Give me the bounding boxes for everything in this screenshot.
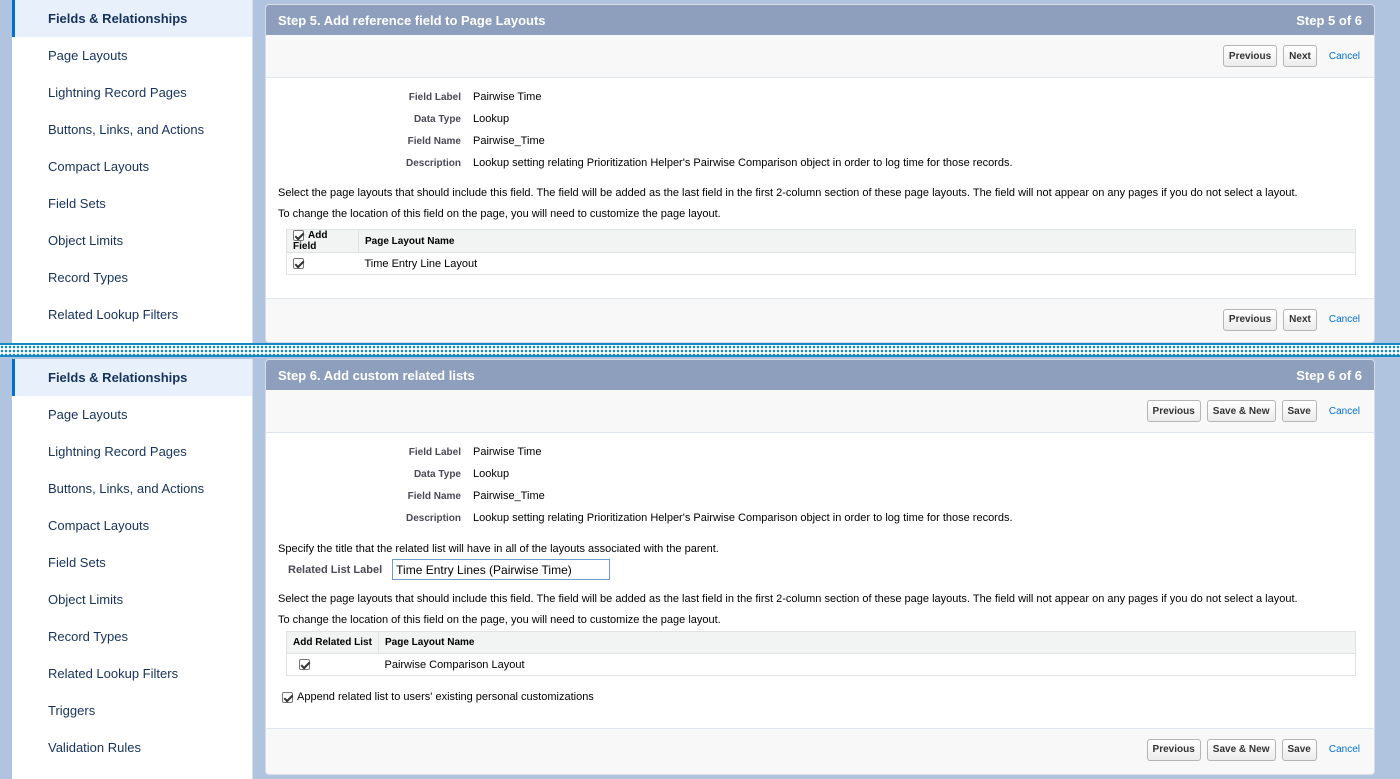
step-header: Step 6. Add custom related lists Step 6 … bbox=[266, 360, 1374, 390]
previous-button[interactable]: Previous bbox=[1222, 45, 1278, 67]
layout-location-note: To change the location of this field on … bbox=[278, 614, 721, 626]
sidebar-item-page-layouts[interactable]: Page Layouts bbox=[12, 37, 252, 74]
cancel-link-bottom[interactable]: Cancel bbox=[1329, 744, 1360, 755]
sidebar-item-related-lookup-filters[interactable]: Related Lookup Filters bbox=[12, 296, 252, 333]
previous-button[interactable]: Previous bbox=[1146, 400, 1201, 422]
top-button-row: Previous Next Cancel bbox=[266, 35, 1374, 77]
description-value: Lookup setting relating Prioritization H… bbox=[473, 512, 1013, 524]
description-key: Description bbox=[405, 157, 461, 169]
description-key: Description bbox=[405, 512, 461, 524]
bottom-button-row: Previous Next Cancel bbox=[266, 298, 1374, 340]
page-layout-name-header: Page Layout Name bbox=[378, 631, 1356, 654]
sidebar-item-fields-relationships[interactable]: Fields & Relationships bbox=[12, 359, 252, 396]
layout-instructions: Select the page layouts that should incl… bbox=[278, 593, 1298, 605]
layout-checkbox[interactable] bbox=[299, 659, 310, 671]
data-type-key: Data Type bbox=[413, 113, 461, 125]
step5-panel: Fields & Relationships Page Layouts Ligh… bbox=[0, 0, 1400, 343]
save-new-button-bottom[interactable]: Save & New bbox=[1206, 738, 1276, 761]
next-button[interactable]: Next bbox=[1283, 45, 1317, 67]
sidebar-item-record-types[interactable]: Record Types bbox=[12, 618, 252, 655]
save-new-button[interactable]: Save & New bbox=[1206, 400, 1276, 422]
related-list-label: Related List Label bbox=[288, 563, 383, 576]
sidebar-item-validation-rules[interactable]: Validation Rules bbox=[12, 729, 252, 766]
table-row: Pairwise Comparison Layout bbox=[286, 653, 1356, 676]
top-button-row: Previous Save & New Save Cancel bbox=[266, 390, 1374, 432]
sidebar-item-object-limits[interactable]: Object Limits bbox=[12, 222, 252, 259]
sidebar-item-triggers[interactable]: Triggers bbox=[12, 692, 252, 729]
step-counter: Step 5 of 6 bbox=[1296, 12, 1362, 28]
cancel-link[interactable]: Cancel bbox=[1329, 51, 1360, 62]
step5-wizard: Step 5. Add reference field to Page Layo… bbox=[265, 4, 1375, 343]
cancel-link-bottom[interactable]: Cancel bbox=[1329, 314, 1360, 325]
step-title: Step 6. Add custom related lists bbox=[278, 367, 475, 383]
field-label-value: Pairwise Time bbox=[473, 446, 542, 458]
sidebar-item-page-layouts[interactable]: Page Layouts bbox=[12, 396, 252, 433]
table-row: Time Entry Line Layout bbox=[286, 252, 1356, 275]
related-list-label-row: Related List Label bbox=[288, 559, 1362, 580]
layout-location-note: To change the location of this field on … bbox=[278, 208, 721, 220]
next-button-bottom[interactable]: Next bbox=[1283, 308, 1317, 331]
save-button-bottom[interactable]: Save bbox=[1281, 738, 1317, 761]
field-name-value: Pairwise_Time bbox=[473, 490, 545, 502]
add-field-header: Add Field bbox=[286, 229, 359, 253]
cancel-link[interactable]: Cancel bbox=[1329, 406, 1360, 417]
field-info-table: Field Label Pairwise Time Data Type Lookup… bbox=[278, 441, 1013, 529]
previous-button-bottom[interactable]: Previous bbox=[1222, 308, 1278, 331]
data-type-key: Data Type bbox=[413, 468, 461, 480]
add-related-list-cell bbox=[286, 653, 379, 676]
step5-content: Field Label Pairwise Time Data Type Lookup… bbox=[266, 77, 1374, 298]
select-all-checkbox[interactable] bbox=[293, 230, 304, 241]
add-related-list-header: Add Related List bbox=[286, 631, 379, 654]
sidebar-item-fields-relationships[interactable]: Fields & Relationships bbox=[12, 0, 252, 37]
layout-checkbox[interactable] bbox=[293, 258, 304, 270]
field-label-key: Field Label bbox=[408, 91, 461, 103]
step6-wizard: Step 6. Add custom related lists Step 6 … bbox=[265, 359, 1375, 775]
field-name-key: Field Name bbox=[407, 490, 461, 502]
step6-panel: Fields & Relationships Page Layouts Ligh… bbox=[0, 357, 1400, 779]
setup-sidebar: Fields & Relationships Page Layouts Ligh… bbox=[12, 0, 253, 343]
add-field-cell bbox=[286, 252, 359, 275]
step-title: Step 5. Add reference field to Page Layo… bbox=[278, 12, 546, 28]
field-name-value: Pairwise_Time bbox=[473, 135, 545, 147]
bottom-button-row: Previous Save & New Save Cancel bbox=[266, 728, 1374, 770]
sidebar-item-lightning-record-pages[interactable]: Lightning Record Pages bbox=[12, 433, 252, 470]
page-layout-table: Add Related List Page Layout Name Pairwi… bbox=[286, 631, 1356, 676]
step6-content: Field Label Pairwise Time Data Type Lookup… bbox=[266, 432, 1374, 728]
append-customizations-checkbox[interactable] bbox=[282, 691, 293, 703]
related-list-label-input[interactable] bbox=[392, 559, 611, 580]
field-label-key: Field Label bbox=[408, 446, 461, 458]
step-header: Step 5. Add reference field to Page Layo… bbox=[266, 5, 1374, 35]
previous-button-bottom[interactable]: Previous bbox=[1146, 738, 1201, 761]
sidebar-item-buttons-links-actions[interactable]: Buttons, Links, and Actions bbox=[12, 470, 252, 507]
field-info-table: Field Label Pairwise Time Data Type Lookup… bbox=[278, 86, 1013, 174]
save-button[interactable]: Save bbox=[1281, 400, 1317, 422]
page-layout-name-cell: Time Entry Line Layout bbox=[358, 252, 1356, 275]
append-customizations-row: Append related list to users' existing p… bbox=[282, 691, 1362, 703]
field-label-value: Pairwise Time bbox=[473, 91, 542, 103]
sidebar-item-record-types[interactable]: Record Types bbox=[12, 259, 252, 296]
description-value: Lookup setting relating Prioritization H… bbox=[473, 157, 1013, 169]
table-header-row: Add Field Page Layout Name bbox=[286, 229, 1356, 253]
page-layout-name-header: Page Layout Name bbox=[358, 229, 1356, 253]
sidebar-item-buttons-links-actions[interactable]: Buttons, Links, and Actions bbox=[12, 111, 252, 148]
field-name-key: Field Name bbox=[407, 135, 461, 147]
sidebar-item-compact-layouts[interactable]: Compact Layouts bbox=[12, 148, 252, 185]
page-layout-name-cell: Pairwise Comparison Layout bbox=[378, 653, 1356, 676]
setup-sidebar: Fields & Relationships Page Layouts Ligh… bbox=[12, 359, 253, 779]
sidebar-item-field-sets[interactable]: Field Sets bbox=[12, 185, 252, 222]
sidebar-item-compact-layouts[interactable]: Compact Layouts bbox=[12, 507, 252, 544]
data-type-value: Lookup bbox=[473, 468, 510, 480]
sidebar-item-object-limits[interactable]: Object Limits bbox=[12, 581, 252, 618]
data-type-value: Lookup bbox=[473, 113, 510, 125]
screenshot-divider bbox=[0, 343, 1400, 357]
related-list-title-instructions: Specify the title that the related list … bbox=[278, 543, 719, 555]
page-layout-table: Add Field Page Layout Name Time Entry Li… bbox=[286, 229, 1356, 276]
layout-instructions: Select the page layouts that should incl… bbox=[278, 187, 1298, 199]
sidebar-item-lightning-record-pages[interactable]: Lightning Record Pages bbox=[12, 74, 252, 111]
append-customizations-label: Append related list to users' existing p… bbox=[297, 691, 594, 703]
step-counter: Step 6 of 6 bbox=[1296, 367, 1362, 383]
table-header-row: Add Related List Page Layout Name bbox=[286, 631, 1356, 654]
sidebar-item-related-lookup-filters[interactable]: Related Lookup Filters bbox=[12, 655, 252, 692]
sidebar-item-field-sets[interactable]: Field Sets bbox=[12, 544, 252, 581]
